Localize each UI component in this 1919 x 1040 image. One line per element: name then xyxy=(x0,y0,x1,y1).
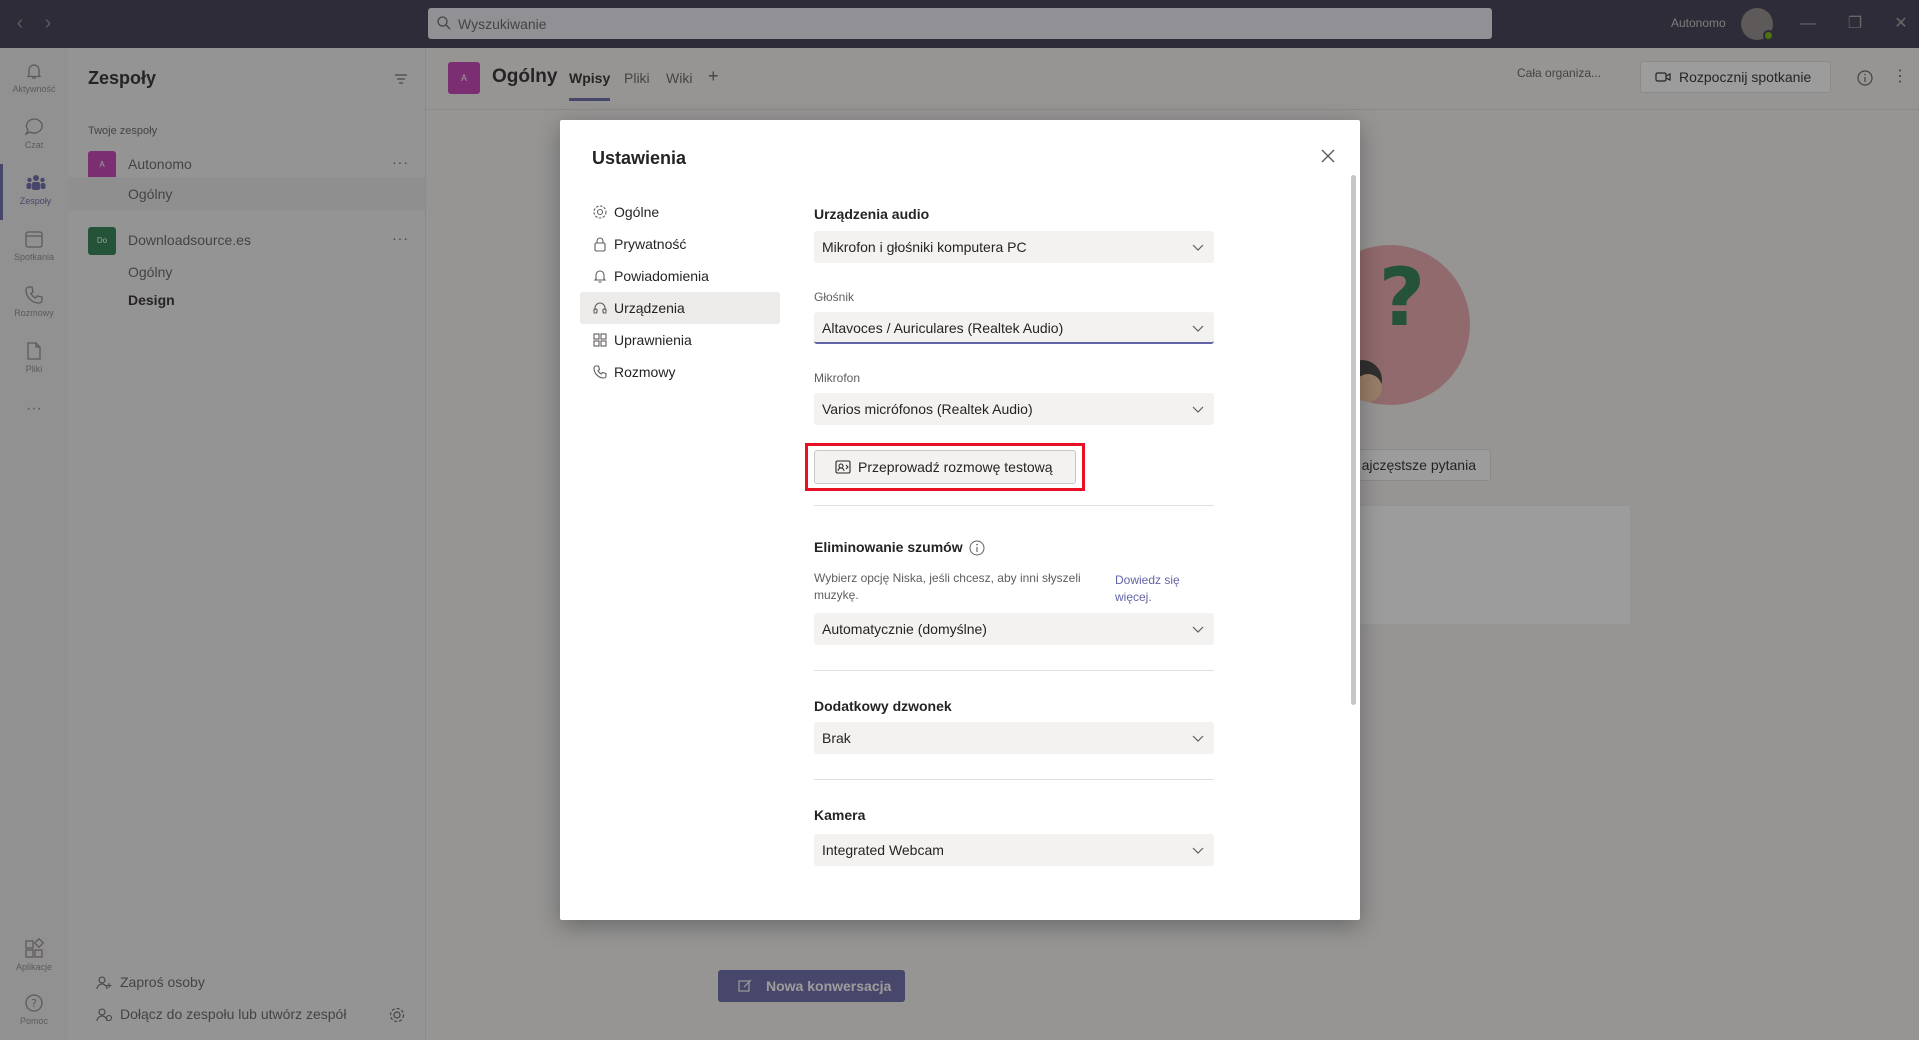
dialog-scrollbar[interactable] xyxy=(1351,175,1356,705)
dialog-title: Ustawienia xyxy=(592,148,687,168)
bell-icon xyxy=(593,270,607,283)
dropdown-value: Automatycznie (domyślne) xyxy=(822,621,987,637)
settings-nav-calls[interactable]: Rozmowy xyxy=(580,356,780,388)
noise-description: Wybierz opcję Niska, jeśli chcesz, aby i… xyxy=(814,571,1081,602)
dropdown-value: Varios micrófonos (Realtek Audio) xyxy=(822,401,1033,417)
settings-nav-label: Urządzenia xyxy=(614,300,685,316)
audio-device-dropdown[interactable]: Mikrofon i głośniki komputera PC xyxy=(814,231,1214,263)
chevron-down-icon xyxy=(1192,325,1204,332)
settings-nav-label: Ogólne xyxy=(614,204,660,220)
chevron-down-icon xyxy=(1192,847,1204,854)
close-icon[interactable] xyxy=(1318,146,1338,166)
speaker-label: Głośnik xyxy=(814,290,855,304)
settings-nav-permissions[interactable]: Uprawnienia xyxy=(580,324,780,356)
section-divider xyxy=(814,505,1214,506)
speaker-dropdown[interactable]: Altavoces / Auriculares (Realtek Audio) xyxy=(814,312,1214,344)
secondary-ringer-dropdown[interactable]: Brak xyxy=(814,722,1214,754)
settings-nav-label: Rozmowy xyxy=(614,364,676,380)
settings-nav-privacy[interactable]: Prywatność xyxy=(580,228,780,260)
chevron-down-icon xyxy=(1192,626,1204,633)
secondary-ringer-heading: Dodatkowy dzwonek xyxy=(814,698,952,714)
settings-nav-label: Prywatność xyxy=(614,236,687,252)
test-call-icon xyxy=(835,460,851,474)
settings-dialog: Ustawienia Ogólne Prywatność Powiadomien… xyxy=(560,120,1360,920)
dropdown-value: Integrated Webcam xyxy=(822,842,944,858)
section-divider xyxy=(814,779,1214,780)
camera-dropdown[interactable]: Integrated Webcam xyxy=(814,834,1214,866)
phone-icon xyxy=(593,365,607,379)
info-icon[interactable] xyxy=(969,540,985,556)
camera-heading: Kamera xyxy=(814,807,866,823)
settings-nav-label: Uprawnienia xyxy=(614,332,692,348)
audio-devices-heading: Urządzenia audio xyxy=(814,206,930,222)
settings-nav-general[interactable]: Ogólne xyxy=(580,196,780,228)
grid-icon xyxy=(593,333,607,347)
settings-nav-label: Powiadomienia xyxy=(614,268,709,284)
dropdown-value: Mikrofon i głośniki komputera PC xyxy=(822,239,1027,255)
chevron-down-icon xyxy=(1192,244,1204,251)
test-call-button[interactable]: Przeprowadź rozmowę testową xyxy=(814,450,1076,484)
microphone-dropdown[interactable]: Varios micrófonos (Realtek Audio) xyxy=(814,393,1214,425)
dropdown-value: Altavoces / Auriculares (Realtek Audio) xyxy=(822,320,1064,336)
chevron-down-icon xyxy=(1192,406,1204,413)
chevron-down-icon xyxy=(1192,735,1204,742)
headset-icon xyxy=(593,302,607,314)
lock-icon xyxy=(594,237,606,252)
microphone-label: Mikrofon xyxy=(814,371,861,385)
settings-nav-notifications[interactable]: Powiadomienia xyxy=(580,260,780,292)
gear-icon xyxy=(593,205,607,219)
noise-suppression-dropdown[interactable]: Automatycznie (domyślne) xyxy=(814,613,1214,645)
test-call-label: Przeprowadź rozmowę testową xyxy=(858,459,1053,475)
dropdown-value: Brak xyxy=(822,730,851,746)
noise-suppression-heading: Eliminowanie szumów xyxy=(814,539,963,555)
settings-nav-devices[interactable]: Urządzenia xyxy=(580,292,780,324)
learn-more-link[interactable]: Dowiedz się więcej. xyxy=(1115,572,1195,606)
section-divider xyxy=(814,670,1214,671)
